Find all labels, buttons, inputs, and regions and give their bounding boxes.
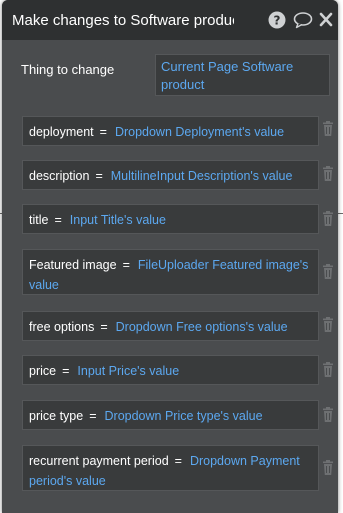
field-value[interactable]: Input Title's value	[70, 213, 166, 227]
field-value[interactable]: Input Price's value	[77, 364, 179, 378]
field-key: deployment	[29, 125, 94, 139]
field-key: title	[29, 213, 49, 227]
equals-sign: =	[100, 320, 108, 334]
workflow-action-panel: Make changes to Software product ? Thing…	[2, 0, 338, 513]
close-icon[interactable]	[319, 11, 333, 29]
equals-sign: =	[95, 169, 103, 183]
thing-to-change-label: Thing to change	[21, 62, 115, 77]
delete-trash-icon[interactable]	[321, 166, 335, 182]
thing-to-change-value[interactable]: Current Page Software product	[155, 54, 330, 96]
field-value[interactable]: Dropdown Free options's value	[116, 320, 288, 334]
field-row-deployment[interactable]: deployment = Dropdown Deployment's value	[22, 116, 319, 146]
svg-text:?: ?	[274, 14, 281, 28]
field-key: price type	[29, 409, 84, 423]
field-row-recurrent-payment-period[interactable]: recurrent payment period = Dropdown Paymen…	[22, 445, 319, 491]
delete-trash-icon[interactable]	[321, 460, 335, 476]
field-key: price	[29, 364, 57, 378]
field-key: description	[29, 169, 90, 183]
thing-to-change-row: Thing to change Current Page Software pr…	[12, 54, 330, 98]
field-key: Featured image	[29, 258, 117, 272]
equals-sign: =	[174, 454, 182, 468]
panel-header: Make changes to Software product ?	[2, 0, 338, 40]
equals-sign: =	[62, 364, 70, 378]
equals-sign: =	[122, 258, 130, 272]
field-row-title[interactable]: title = Input Title's value	[22, 204, 319, 234]
field-row-featured-image[interactable]: Featured image = FileUploader Featured ima…	[22, 249, 319, 295]
help-icon[interactable]: ?	[268, 11, 286, 29]
field-key: recurrent payment period	[29, 454, 169, 468]
delete-trash-icon[interactable]	[321, 407, 335, 423]
delete-trash-icon[interactable]	[321, 211, 335, 227]
equals-sign: =	[89, 409, 97, 423]
field-row-price[interactable]: price = Input Price's value	[22, 355, 319, 385]
field-value[interactable]: MultilineInput Description's value	[111, 169, 293, 183]
delete-trash-icon[interactable]	[321, 264, 335, 280]
field-row-price-type[interactable]: price type = Dropdown Price type's value	[22, 400, 319, 430]
delete-trash-icon[interactable]	[321, 362, 335, 378]
field-value[interactable]: Dropdown Deployment's value	[115, 125, 284, 139]
comment-icon[interactable]	[293, 11, 313, 29]
field-row-free-options[interactable]: free options = Dropdown Free options's val…	[22, 311, 319, 341]
equals-sign: =	[99, 125, 107, 139]
panel-title: Make changes to Software product	[12, 12, 234, 29]
field-row-description[interactable]: description = MultilineInput Description's…	[22, 160, 319, 190]
delete-trash-icon[interactable]	[321, 121, 335, 137]
field-value[interactable]: Dropdown Price type's value	[105, 409, 263, 423]
equals-sign: =	[54, 213, 62, 227]
field-key: free options	[29, 320, 95, 334]
delete-trash-icon[interactable]	[321, 317, 335, 333]
